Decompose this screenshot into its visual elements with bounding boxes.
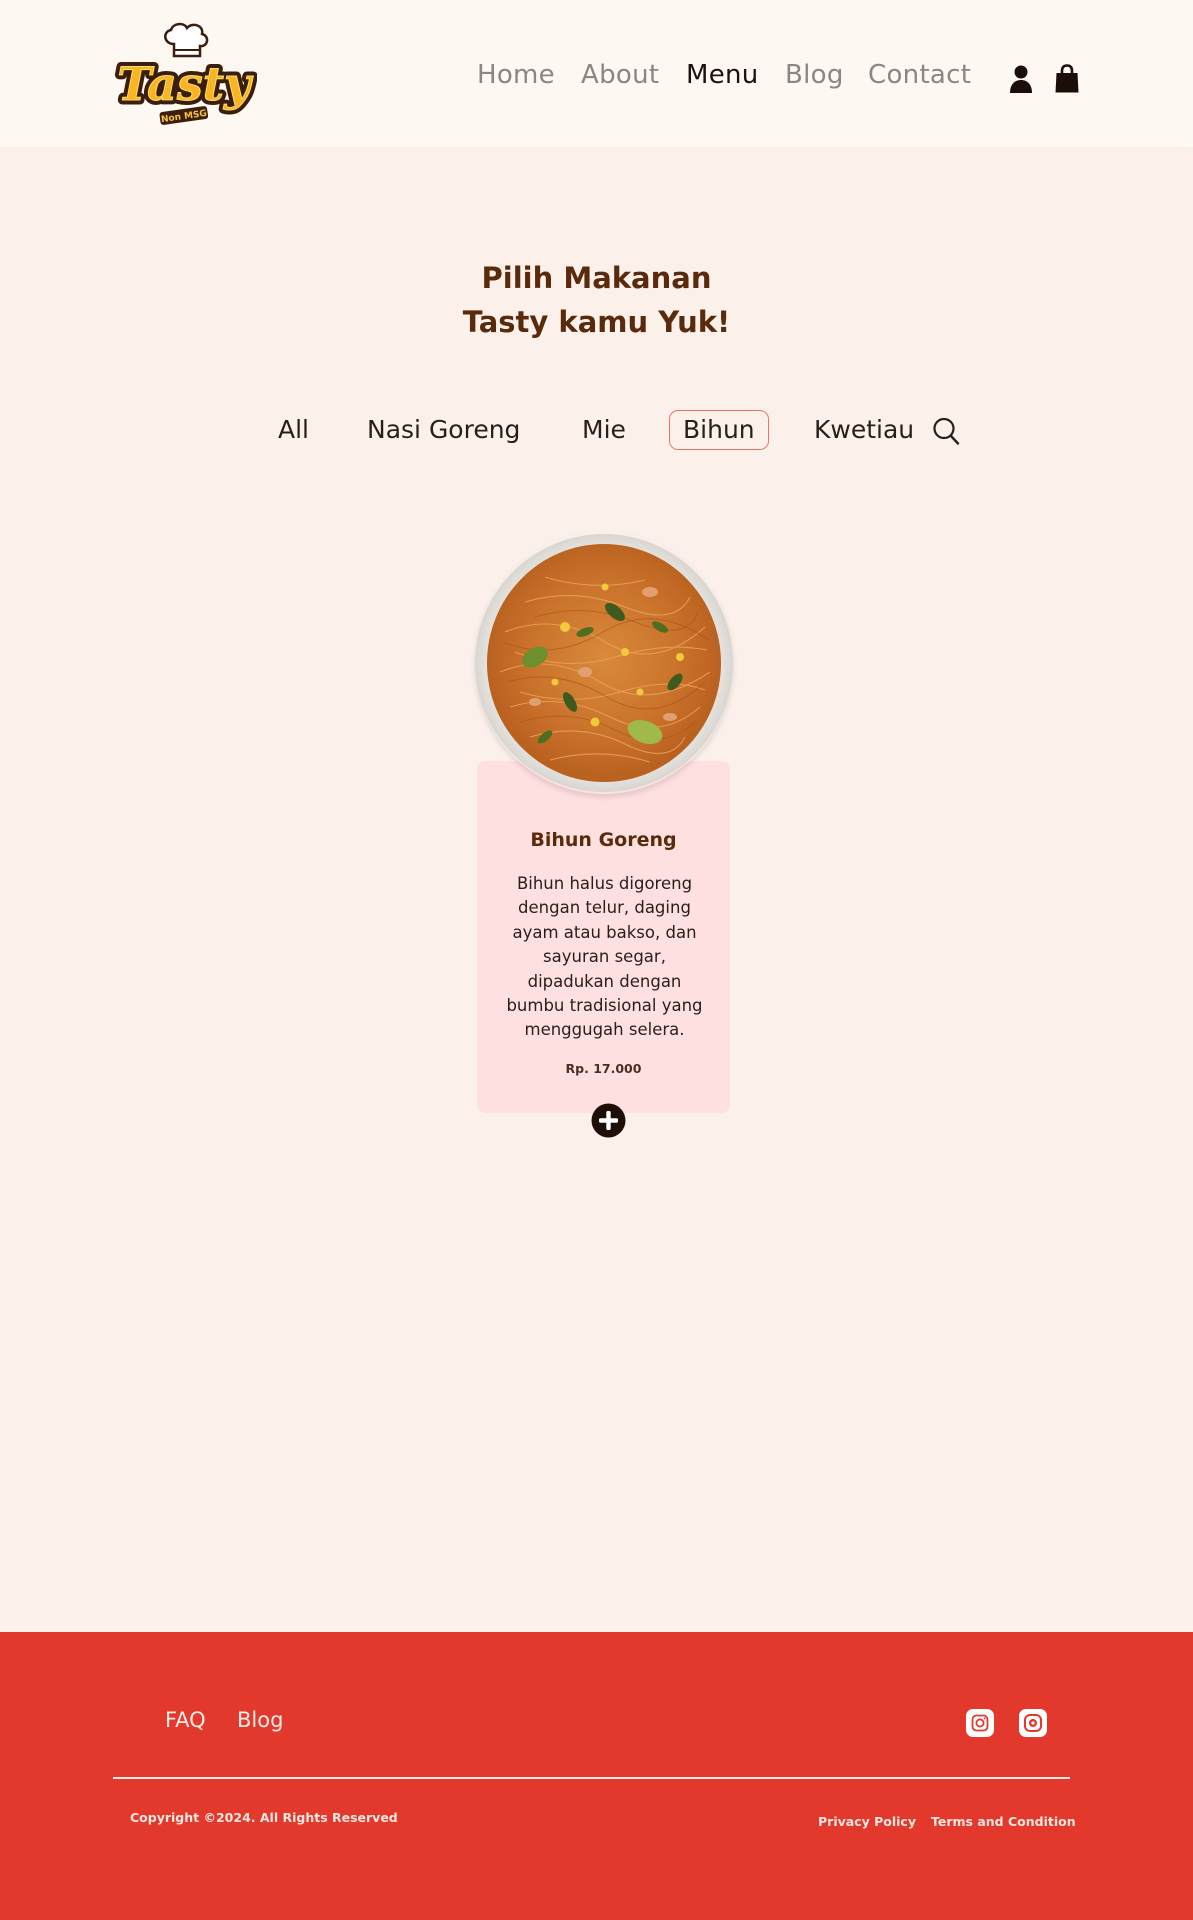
instagram-icon[interactable] bbox=[965, 1708, 995, 1738]
tab-nasi-goreng[interactable]: Nasi Goreng bbox=[353, 410, 534, 450]
product-image bbox=[475, 532, 733, 794]
tab-bihun[interactable]: Bihun bbox=[669, 410, 769, 450]
site-footer: FAQ Blog Copyright ©2024. All Rights Res… bbox=[0, 1632, 1193, 1920]
product-name: Bihun Goreng bbox=[530, 829, 677, 851]
site-header: Tasty Tasty Non MSG Home About Menu Blog… bbox=[0, 0, 1193, 147]
instagram-alt-icon[interactable] bbox=[1018, 1708, 1048, 1738]
category-tabs: All Nasi Goreng Mie Bihun Kwetiau bbox=[0, 410, 1193, 460]
page-title-line1: Pilih Makanan bbox=[481, 261, 712, 295]
privacy-policy-link[interactable]: Privacy Policy bbox=[818, 1814, 916, 1829]
page-title-line2: Tasty kamu Yuk! bbox=[462, 305, 731, 339]
bihun-goreng-photo bbox=[475, 534, 733, 792]
nav-blog[interactable]: Blog bbox=[785, 60, 844, 90]
nav-about[interactable]: About bbox=[581, 60, 659, 90]
product-price: Rp. 17.000 bbox=[565, 1061, 642, 1076]
search-icon[interactable] bbox=[932, 416, 960, 446]
shopping-bag-icon[interactable] bbox=[1054, 64, 1080, 94]
tab-kwetiau[interactable]: Kwetiau bbox=[800, 410, 928, 450]
plus-circle-icon[interactable] bbox=[591, 1103, 626, 1138]
nav-home[interactable]: Home bbox=[477, 60, 555, 90]
tab-all[interactable]: All bbox=[264, 410, 323, 450]
product-card-body: Bihun Goreng Bihun halus digoreng dengan… bbox=[477, 761, 730, 1113]
nav-contact[interactable]: Contact bbox=[868, 60, 971, 90]
chef-hat-icon bbox=[164, 22, 209, 58]
tab-mie[interactable]: Mie bbox=[568, 410, 640, 450]
page-title: Pilih Makanan Tasty kamu Yuk! bbox=[0, 256, 1193, 344]
nav-menu[interactable]: Menu bbox=[686, 60, 759, 90]
footer-link-faq[interactable]: FAQ bbox=[165, 1708, 206, 1732]
footer-divider bbox=[113, 1777, 1070, 1779]
copyright-text: Copyright ©2024. All Rights Reserved bbox=[130, 1810, 398, 1825]
footer-link-blog[interactable]: Blog bbox=[237, 1708, 283, 1732]
terms-condition-link[interactable]: Terms and Condition bbox=[931, 1814, 1076, 1829]
user-icon[interactable] bbox=[1008, 64, 1034, 94]
product-description: Bihun halus digoreng dengan telur, dagin… bbox=[506, 874, 703, 1040]
